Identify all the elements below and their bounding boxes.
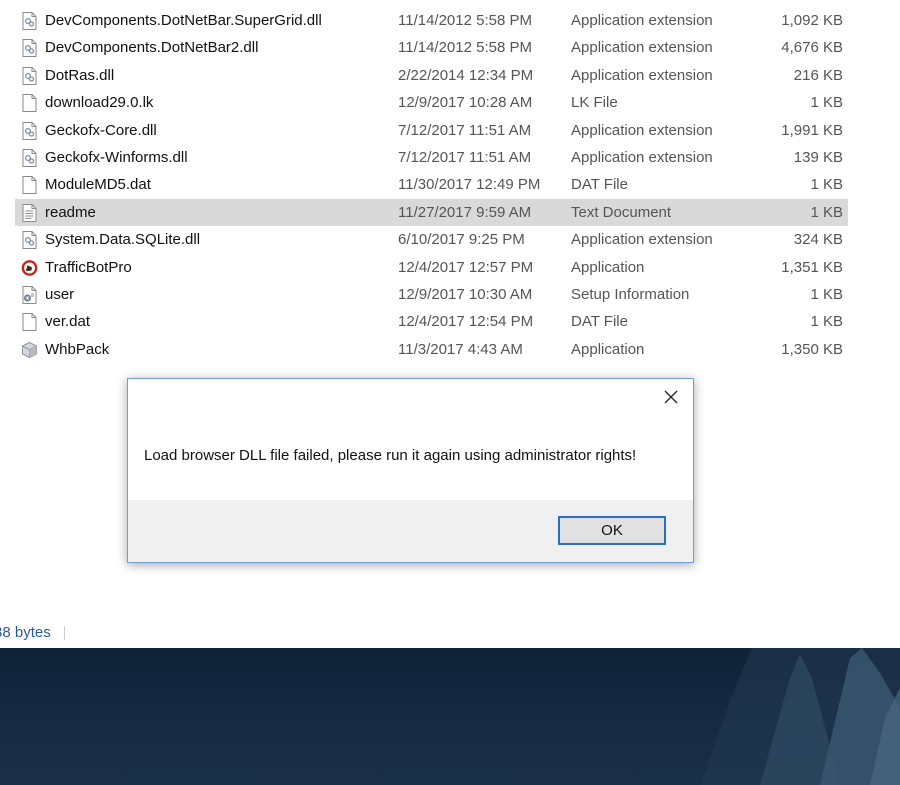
status-separator: [64, 626, 65, 640]
file-type: Application extension: [571, 148, 713, 166]
file-icon: [22, 313, 37, 332]
file-row[interactable]: TrafficBotPro 12/4/2017 12:57 PM Applica…: [15, 254, 848, 281]
file-date: 7/12/2017 11:51 AM: [398, 148, 532, 166]
close-button[interactable]: [657, 385, 685, 409]
file-name: download29.0.lk: [45, 94, 154, 112]
file-size: 1,991 KB: [781, 121, 843, 139]
file-row[interactable]: DevComponents.DotNetBar2.dll 11/14/2012 …: [15, 34, 848, 61]
file-row[interactable]: download29.0.lk 12/9/2017 10:28 AM LK Fi…: [15, 89, 848, 116]
file-icon: [22, 176, 37, 195]
text-document-icon: [22, 203, 37, 222]
file-date: 11/27/2017 9:59 AM: [398, 203, 532, 221]
file-type: LK File: [571, 94, 618, 112]
file-name: Geckofx-Core.dll: [45, 121, 157, 139]
file-date: 12/9/2017 10:30 AM: [398, 285, 533, 303]
file-name: readme: [45, 203, 96, 221]
file-row[interactable]: user 12/9/2017 10:30 AM Setup Informatio…: [15, 281, 848, 308]
status-selected-size: 38 bytes: [0, 624, 51, 641]
file-size: 1 KB: [810, 203, 843, 221]
file-size: 4,676 KB: [781, 39, 843, 57]
file-type: Application: [571, 258, 645, 276]
dialog-message: Load browser DLL file failed, please run…: [144, 447, 637, 464]
file-row[interactable]: DevComponents.DotNetBar.SuperGrid.dll 11…: [15, 7, 848, 34]
file-list: DevComponents.DotNetBar.SuperGrid.dll 11…: [15, 7, 848, 363]
dll-icon: [22, 121, 37, 140]
file-size: 1,351 KB: [781, 258, 843, 276]
file-size: 216 KB: [793, 66, 843, 84]
file-date: 7/12/2017 11:51 AM: [398, 121, 532, 139]
file-row-selected[interactable]: readme 11/27/2017 9:59 AM Text Document …: [15, 198, 848, 227]
file-date: 11/30/2017 12:49 PM: [398, 176, 541, 194]
file-name: ModuleMD5.dat: [45, 176, 151, 194]
close-icon: [664, 390, 678, 404]
file-size: 139 KB: [793, 148, 843, 166]
file-date: 12/4/2017 12:54 PM: [398, 313, 534, 331]
file-date: 11/3/2017 4:43 AM: [398, 340, 523, 358]
status-bar: 38 bytes: [0, 624, 65, 641]
file-date: 2/22/2014 12:34 PM: [398, 66, 534, 84]
trafficbot-app-icon: [21, 259, 38, 276]
file-size: 1,092 KB: [781, 12, 843, 29]
file-type: Application extension: [571, 39, 713, 57]
file-type: Application: [571, 340, 645, 358]
file-size: 1 KB: [810, 94, 843, 112]
file-size: 1 KB: [810, 285, 843, 303]
file-size: 1 KB: [810, 313, 843, 331]
file-type: Application extension: [571, 121, 713, 139]
file-row[interactable]: System.Data.SQLite.dll 6/10/2017 9:25 PM…: [15, 226, 848, 253]
forest-trees-image: [700, 648, 900, 785]
file-type: Application extension: [571, 231, 713, 249]
file-type: Application extension: [571, 66, 713, 84]
file-row[interactable]: WhbPack 11/3/2017 4:43 AM Application 1,…: [15, 336, 848, 363]
package-app-icon: [21, 341, 38, 358]
file-type: DAT File: [571, 176, 628, 194]
file-type: Setup Information: [571, 285, 690, 303]
file-name: DevComponents.DotNetBar2.dll: [45, 39, 259, 57]
file-size: 1 KB: [810, 176, 843, 194]
error-dialog: Load browser DLL file failed, please run…: [127, 378, 694, 563]
file-row[interactable]: DotRas.dll 2/22/2014 12:34 PM Applicatio…: [15, 62, 848, 89]
file-name: DotRas.dll: [45, 66, 115, 84]
file-size: 324 KB: [793, 231, 843, 249]
file-name: DevComponents.DotNetBar.SuperGrid.dll: [45, 12, 322, 29]
file-icon: [22, 94, 37, 113]
setup-info-icon: [22, 285, 37, 304]
file-name: Geckofx-Winforms.dll: [45, 148, 188, 166]
dll-icon: [22, 66, 37, 85]
file-name: user: [45, 285, 75, 303]
file-date: 11/14/2012 5:58 PM: [398, 39, 532, 57]
file-name: TrafficBotPro: [45, 258, 132, 276]
file-size: 1,350 KB: [781, 340, 843, 358]
file-type: Text Document: [571, 203, 672, 221]
desktop-wallpaper: [0, 648, 900, 785]
dialog-footer: OK: [128, 500, 693, 562]
ok-button[interactable]: OK: [558, 516, 666, 545]
file-row[interactable]: ModuleMD5.dat 11/30/2017 12:49 PM DAT Fi…: [15, 171, 848, 198]
dll-icon: [22, 148, 37, 167]
dll-icon: [22, 231, 37, 250]
file-name: System.Data.SQLite.dll: [45, 231, 201, 249]
dll-icon: [22, 12, 37, 30]
file-date: 6/10/2017 9:25 PM: [398, 231, 525, 249]
file-row[interactable]: Geckofx-Core.dll 7/12/2017 11:51 AM Appl…: [15, 117, 848, 144]
file-date: 12/4/2017 12:57 PM: [398, 258, 534, 276]
dll-icon: [22, 39, 37, 58]
file-type: Application extension: [571, 12, 713, 29]
file-date: 12/9/2017 10:28 AM: [398, 94, 533, 112]
file-row[interactable]: ver.dat 12/4/2017 12:54 PM DAT File 1 KB: [15, 308, 848, 335]
file-row[interactable]: Geckofx-Winforms.dll 7/12/2017 11:51 AM …: [15, 144, 848, 171]
file-name: ver.dat: [45, 313, 91, 331]
file-date: 11/14/2012 5:58 PM: [398, 12, 532, 29]
file-name: WhbPack: [45, 340, 110, 358]
file-type: DAT File: [571, 313, 628, 331]
